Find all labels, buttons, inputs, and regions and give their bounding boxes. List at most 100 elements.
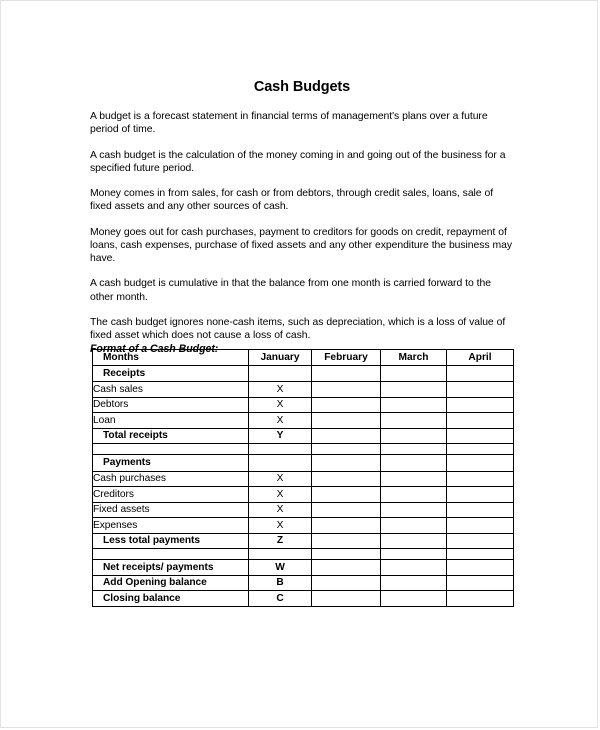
cash-budget-table: Months January February March April Receipts C… [92, 349, 514, 607]
cell-value [380, 364, 447, 382]
row-label: Payments [92, 454, 249, 472]
row-label [92, 443, 249, 455]
row-label: Debtors [92, 396, 249, 413]
column-header-1: January [248, 349, 312, 366]
paragraph-3: Money comes in from sales, for cash or f… [90, 188, 494, 213]
paragraph-5: A cash budget is cumulative in that the … [90, 278, 491, 303]
cell-value: Y [248, 427, 312, 444]
cell-value [248, 364, 312, 382]
cell-value [380, 454, 447, 472]
cell-value [446, 517, 514, 534]
cell-value [380, 590, 447, 607]
row-label: Cash purchases [92, 470, 249, 487]
paragraph-2: A cash budget is the calculation of the … [90, 149, 506, 174]
table-row: Add Opening balance B [92, 574, 514, 591]
paragraph-6: The cash budget ignores none-cash items,… [90, 316, 506, 342]
table-row: Debtors X [92, 396, 514, 413]
row-label: Months [92, 349, 249, 366]
cell-value [311, 454, 381, 472]
table-row: Less total payments Z [92, 532, 514, 549]
cell-value [380, 396, 447, 413]
cell-value [446, 501, 514, 518]
cell-value [380, 470, 447, 487]
row-label: Net receipts/ payments [92, 559, 249, 576]
cash-budget-table-container: Months January February March April Receipts C… [92, 349, 514, 607]
cell-value [380, 548, 447, 560]
cell-value [311, 548, 381, 560]
cell-value [446, 454, 514, 472]
cell-value [311, 532, 381, 549]
table-row: Payments [92, 454, 514, 472]
cell-value [311, 470, 381, 487]
cell-value [446, 486, 514, 503]
table-row: Loan X [92, 412, 514, 429]
cell-value [446, 427, 514, 444]
cell-value: X [248, 470, 312, 487]
cell-value [446, 412, 514, 429]
cell-value: X [248, 501, 312, 518]
column-header-4: April [446, 349, 514, 366]
cell-value [380, 486, 447, 503]
row-label: Cash sales [92, 381, 249, 398]
cell-value [380, 427, 447, 444]
table-row: Net receipts/ payments W [92, 559, 514, 576]
column-header-2: February [311, 349, 381, 366]
cell-value [446, 559, 514, 576]
cell-value: X [248, 412, 312, 429]
cell-value: X [248, 381, 312, 398]
row-label: Creditors [92, 486, 249, 503]
row-label: Closing balance [92, 590, 249, 607]
cell-value [380, 532, 447, 549]
cell-value [311, 574, 381, 591]
table-row: Cash sales X [92, 381, 514, 398]
row-label: Total receipts [92, 427, 249, 444]
row-label [92, 548, 249, 560]
cell-value [248, 454, 312, 472]
cell-value [380, 412, 447, 429]
document-page: Cash Budgets A budget is a forecast stat… [0, 0, 598, 728]
table-row: Expenses X [92, 517, 514, 534]
cell-value: X [248, 517, 312, 534]
table-row: Cash purchases X [92, 470, 514, 487]
row-label: Loan [92, 412, 249, 429]
row-label: Receipts [92, 364, 249, 382]
document-body: Cash Budgets A budget is a forecast stat… [90, 79, 514, 367]
cell-value [311, 559, 381, 576]
cell-value [380, 517, 447, 534]
cell-value [446, 548, 514, 560]
cell-value: W [248, 559, 312, 576]
cell-value [446, 381, 514, 398]
cell-value [380, 559, 447, 576]
table-row [92, 548, 514, 560]
cell-value: B [248, 574, 312, 591]
table-row: Creditors X [92, 486, 514, 503]
cell-value: C [248, 590, 312, 607]
cell-value [311, 517, 381, 534]
page-title: Cash Budgets [253, 79, 351, 95]
cell-value [446, 443, 514, 455]
table-header-row: Months January February March April [92, 349, 514, 366]
row-label: Less total payments [92, 532, 249, 549]
cell-value [248, 548, 312, 560]
cash-budget-table-body: Months January February March April Receipts C… [92, 349, 514, 607]
column-header-3: March [380, 349, 447, 366]
cell-value [248, 443, 312, 455]
row-label: Add Opening balance [92, 574, 249, 591]
cell-value [380, 443, 447, 455]
cell-value: Z [248, 532, 312, 549]
cell-value [446, 364, 514, 382]
cell-value [311, 443, 381, 455]
cell-value: X [248, 396, 312, 413]
cell-value [311, 427, 381, 444]
cell-value [311, 381, 381, 398]
cell-value [446, 470, 514, 487]
cell-value [311, 486, 381, 503]
cell-value [380, 501, 447, 518]
cell-value [380, 381, 447, 398]
table-row [92, 443, 514, 455]
paragraph-4: Money goes out for cash purchases, payme… [90, 226, 512, 264]
cell-value [311, 364, 381, 382]
paragraph-1: A budget is a forecast statement in fina… [90, 111, 488, 136]
table-row: Total receipts Y [92, 427, 514, 444]
cell-value [311, 590, 381, 607]
